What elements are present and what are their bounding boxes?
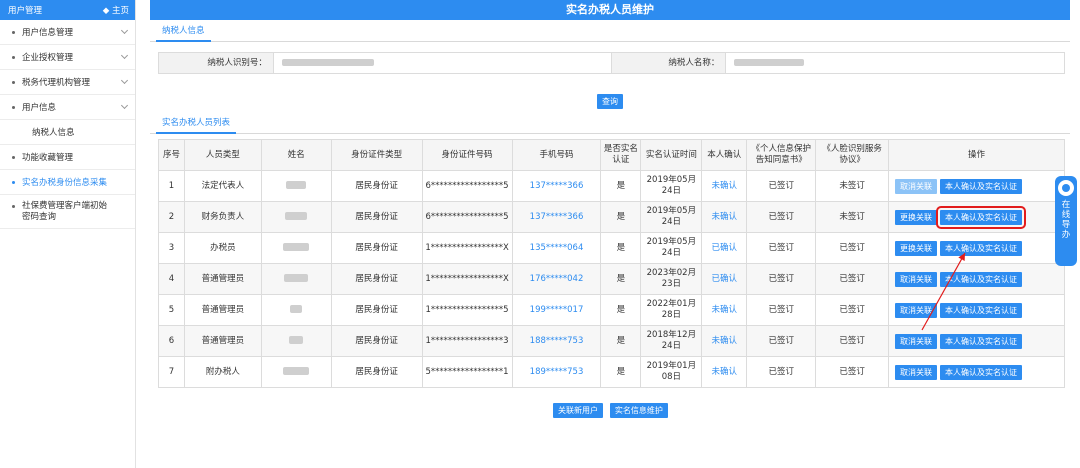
bullet-icon — [12, 105, 15, 109]
sidebar-item-label: 社保费管理客户端初始密码查询 — [22, 201, 108, 222]
sidebar-item-label: 税务代理机构管理 — [22, 78, 91, 88]
sidebar-item-label: 用户信息 — [22, 103, 57, 113]
bullet-icon — [12, 205, 15, 208]
chevron-down-icon[interactable] — [120, 101, 129, 110]
sidebar-item-label: 企业授权管理 — [22, 53, 74, 63]
annotation-arrow — [921, 252, 966, 331]
chevron-down-icon[interactable] — [120, 26, 129, 35]
sidebar-item-label: 纳税人信息 — [32, 128, 75, 138]
sidebar-item-label: 实名办税身份信息采集 — [22, 178, 108, 188]
home-link[interactable]: ◆ 主页 — [103, 4, 129, 16]
bullet-icon — [12, 180, 15, 184]
sidebar-item-1[interactable]: 企业授权管理 — [0, 45, 135, 70]
main-content: 实名办税人员维护 纳税人信息 纳税人识别号： 纳税人名称： 查询 实名办税人员列… — [150, 0, 1070, 468]
sidebar: 用户管理 ◆ 主页 用户信息管理 企业授权管理税务代理机构管理 用户信息纳税人信息功… — [0, 0, 136, 468]
sidebar-item-label: 功能收藏管理 — [22, 153, 74, 163]
bullet-icon — [12, 30, 15, 34]
sidebar-title: 用户管理 — [8, 6, 43, 16]
chevron-down-icon[interactable] — [120, 76, 129, 85]
sidebar-item-5[interactable]: 功能收藏管理 — [0, 145, 135, 170]
online-guide-label: 在线导办 — [1061, 200, 1071, 240]
bullet-icon — [12, 55, 15, 59]
assistant-avatar-icon — [1058, 180, 1074, 196]
bullet-icon — [12, 80, 15, 84]
sidebar-item-2[interactable]: 税务代理机构管理 — [0, 70, 135, 95]
sidebar-header: 用户管理 ◆ 主页 — [0, 0, 135, 20]
sidebar-item-0[interactable]: 用户信息管理 — [0, 20, 135, 45]
sidebar-item-3[interactable]: 用户信息 — [0, 95, 135, 120]
sidebar-item-4[interactable]: 纳税人信息 — [0, 120, 135, 145]
chevron-down-icon[interactable] — [120, 51, 129, 60]
sidebar-item-label: 用户信息管理 — [22, 28, 74, 38]
bullet-icon — [12, 155, 15, 159]
sidebar-item-7[interactable]: 社保费管理客户端初始密码查询 — [0, 195, 135, 229]
sidebar-item-6[interactable]: 实名办税身份信息采集 — [0, 170, 135, 195]
online-guide-widget[interactable]: 在线导办 — [1055, 176, 1077, 266]
